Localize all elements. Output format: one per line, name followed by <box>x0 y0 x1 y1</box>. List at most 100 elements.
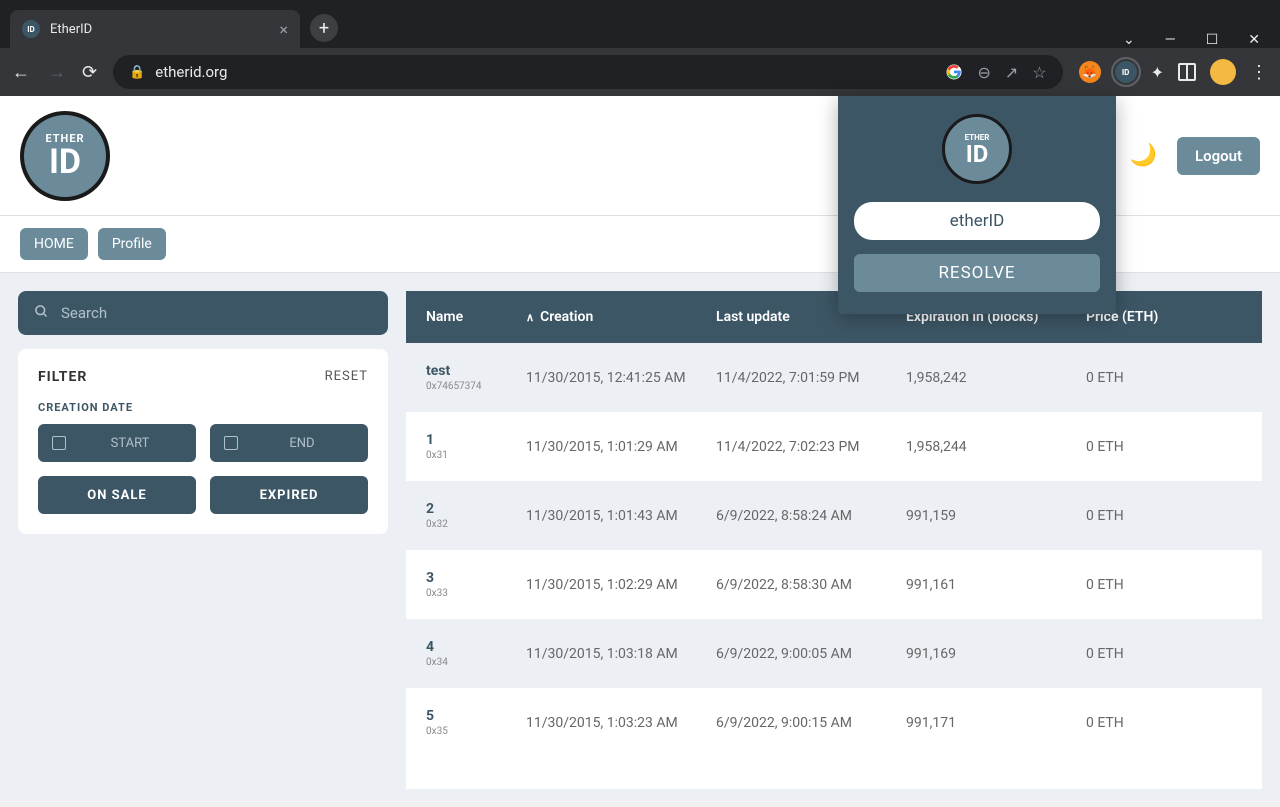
cell-expiration: 1,958,244 <box>906 439 1086 455</box>
filter-reset[interactable]: RESET <box>325 369 368 385</box>
cell-hex: 0x33 <box>426 588 526 599</box>
cell-hex: 0x31 <box>426 450 526 461</box>
extension-popup: ETHER ID RESOLVE <box>838 96 1116 314</box>
tab-close-icon[interactable]: × <box>279 20 288 39</box>
table-row[interactable]: 40x34 11/30/2015, 1:03:18 AM 6/9/2022, 9… <box>406 619 1262 688</box>
on-sale-button[interactable]: ON SALE <box>38 476 196 514</box>
end-placeholder: END <box>289 436 314 451</box>
filter-card: FILTER RESET CREATION DATE START END ON … <box>18 349 388 534</box>
search-input[interactable] <box>61 304 372 322</box>
table-row[interactable]: 50x35 11/30/2015, 1:03:23 AM 6/9/2022, 9… <box>406 688 1262 757</box>
cell-price: 0 ETH <box>1086 715 1242 731</box>
table-row[interactable]: test0x74657374 11/30/2015, 12:41:25 AM 1… <box>406 343 1262 412</box>
browser-tab[interactable]: ID EtherID × <box>10 10 300 48</box>
end-date-input[interactable]: END <box>210 424 368 462</box>
cell-name: test0x74657374 <box>426 363 526 392</box>
cell-hex: 0x74657374 <box>426 381 526 392</box>
window-maximize-icon[interactable]: ☐ <box>1206 32 1219 48</box>
browser-toolbar: ← → ⟳ 🔒 etherid.org ⊖ ↗ ☆ 🦊 ID ✦ ⋮ <box>0 48 1280 96</box>
address-bar[interactable]: 🔒 etherid.org ⊖ ↗ ☆ <box>113 55 1063 89</box>
cell-price: 0 ETH <box>1086 577 1242 593</box>
cell-creation: 11/30/2015, 1:01:29 AM <box>526 439 716 455</box>
cell-expiration: 991,159 <box>906 508 1086 524</box>
table-row[interactable]: 10x31 11/30/2015, 1:01:29 AM 11/4/2022, … <box>406 412 1262 481</box>
logo-text-big: ID <box>49 145 81 179</box>
sort-asc-icon: ∧ <box>526 311 534 324</box>
bookmark-icon[interactable]: ☆ <box>1032 63 1046 82</box>
table-header: Name ∧ Creation Last update Expiration i… <box>406 291 1262 343</box>
nav-profile[interactable]: Profile <box>98 228 166 260</box>
side-panel-icon[interactable] <box>1178 63 1196 81</box>
cell-creation: 11/30/2015, 1:01:43 AM <box>526 508 716 524</box>
new-tab-button[interactable]: + <box>310 14 338 42</box>
cell-update: 6/9/2022, 8:58:24 AM <box>716 508 906 524</box>
share-icon[interactable]: ↗ <box>1005 63 1018 82</box>
cell-price: 0 ETH <box>1086 646 1242 662</box>
nav-forward-icon[interactable]: → <box>48 62 66 83</box>
window-dropdown-icon[interactable]: ⌄ <box>1123 32 1135 48</box>
window-controls: ⌄ — ☐ ✕ <box>1123 20 1280 48</box>
profile-avatar[interactable] <box>1210 59 1236 85</box>
calendar-icon <box>52 436 66 450</box>
table-row[interactable]: 30x33 11/30/2015, 1:02:29 AM 6/9/2022, 8… <box>406 550 1262 619</box>
extensions-icon[interactable]: ✦ <box>1151 63 1164 82</box>
cell-name: 40x34 <box>426 639 526 668</box>
cell-update: 11/4/2022, 7:01:59 PM <box>716 370 906 386</box>
logout-button[interactable]: Logout <box>1177 137 1260 175</box>
cell-update: 11/4/2022, 7:02:23 PM <box>716 439 906 455</box>
resolve-button[interactable]: RESOLVE <box>854 254 1100 292</box>
cell-creation: 11/30/2015, 1:03:23 AM <box>526 715 716 731</box>
search-icon <box>34 304 49 323</box>
sidebar: FILTER RESET CREATION DATE START END ON … <box>18 291 388 789</box>
nav-home[interactable]: HOME <box>20 228 88 260</box>
cell-expiration: 991,161 <box>906 577 1086 593</box>
cell-name: 30x33 <box>426 570 526 599</box>
cell-name: 20x32 <box>426 501 526 530</box>
etherid-extension-icon[interactable]: ID <box>1115 61 1137 83</box>
cell-creation: 11/30/2015, 1:03:18 AM <box>526 646 716 662</box>
filter-title: FILTER <box>38 369 87 385</box>
cell-hex: 0x34 <box>426 657 526 668</box>
cell-expiration: 991,169 <box>906 646 1086 662</box>
expired-button[interactable]: EXPIRED <box>210 476 368 514</box>
start-date-input[interactable]: START <box>38 424 196 462</box>
header-creation[interactable]: ∧ Creation <box>526 309 716 325</box>
cell-creation: 11/30/2015, 12:41:25 AM <box>526 370 716 386</box>
calendar-icon <box>224 436 238 450</box>
cell-update: 6/9/2022, 9:00:15 AM <box>716 715 906 731</box>
extension-logo: ETHER ID <box>942 114 1012 184</box>
zoom-icon[interactable]: ⊖ <box>977 63 990 82</box>
dark-mode-icon[interactable]: 🌙 <box>1130 143 1157 168</box>
table-body: test0x74657374 11/30/2015, 12:41:25 AM 1… <box>406 343 1262 789</box>
ext-logo-big: ID <box>966 142 989 166</box>
domains-table: Name ∧ Creation Last update Expiration i… <box>406 291 1262 789</box>
window-close-icon[interactable]: ✕ <box>1248 32 1260 48</box>
metamask-extension-icon[interactable]: 🦊 <box>1079 61 1101 83</box>
page-content: ETHER ID 🌙 Logout HOME Profile FILTER RE… <box>0 96 1280 800</box>
browser-menu-icon[interactable]: ⋮ <box>1250 62 1268 83</box>
cell-update: 6/9/2022, 9:00:05 AM <box>716 646 906 662</box>
google-icon[interactable] <box>945 63 963 81</box>
window-minimize-icon[interactable]: — <box>1165 32 1176 48</box>
search-box[interactable] <box>18 291 388 335</box>
reload-icon[interactable]: ⟳ <box>82 62 97 83</box>
cell-expiration: 991,171 <box>906 715 1086 731</box>
nav-back-icon[interactable]: ← <box>12 62 30 83</box>
url-text: etherid.org <box>155 63 227 81</box>
cell-creation: 11/30/2015, 1:02:29 AM <box>526 577 716 593</box>
header-name[interactable]: Name <box>426 309 526 325</box>
extension-input[interactable] <box>854 202 1100 240</box>
cell-price: 0 ETH <box>1086 508 1242 524</box>
cell-hex: 0x32 <box>426 519 526 530</box>
cell-hex: 0x35 <box>426 726 526 737</box>
cell-price: 0 ETH <box>1086 439 1242 455</box>
table-row[interactable]: 20x32 11/30/2015, 1:01:43 AM 6/9/2022, 8… <box>406 481 1262 550</box>
cell-name: 50x35 <box>426 708 526 737</box>
site-logo[interactable]: ETHER ID <box>20 111 110 201</box>
lock-icon: 🔒 <box>129 65 145 80</box>
cell-name: 10x31 <box>426 432 526 461</box>
cell-update: 6/9/2022, 8:58:30 AM <box>716 577 906 593</box>
browser-tab-strip: ID EtherID × + ⌄ — ☐ ✕ <box>0 0 1280 48</box>
tab-favicon: ID <box>22 20 40 38</box>
cell-expiration: 1,958,242 <box>906 370 1086 386</box>
